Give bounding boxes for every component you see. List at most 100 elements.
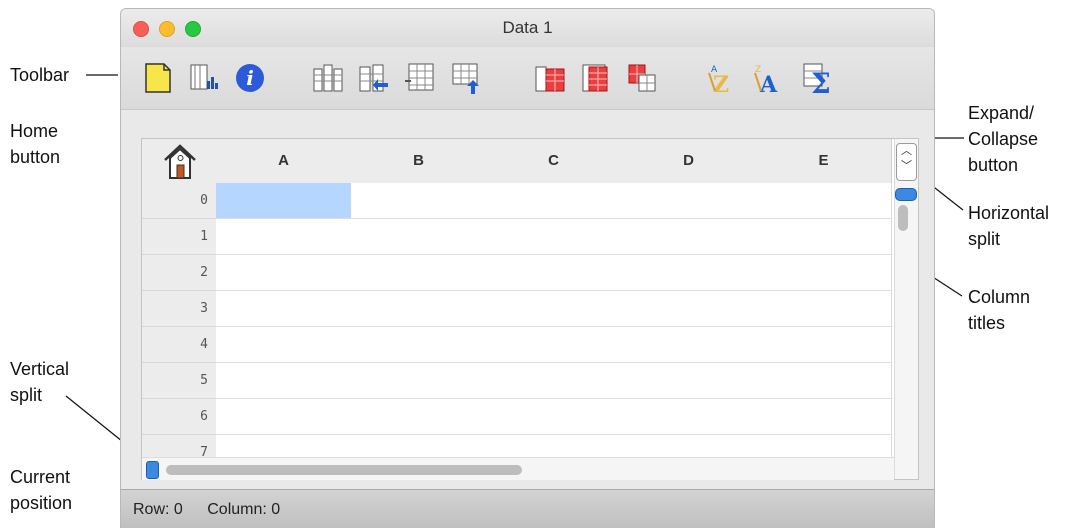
home-callout-line1: Home (10, 121, 59, 141)
sort-descending-icon[interactable]: ZA (751, 61, 785, 95)
table-cell[interactable] (756, 363, 892, 399)
window-title: Data 1 (502, 18, 553, 37)
chevron-up-icon: ︿ (901, 145, 912, 157)
info-icon[interactable]: i (233, 61, 267, 95)
row-header[interactable]: 6 (142, 399, 217, 435)
table-cell[interactable] (351, 255, 487, 291)
svg-text:Z: Z (713, 72, 729, 95)
table-cell[interactable] (621, 291, 757, 327)
table-cell[interactable] (621, 327, 757, 363)
table-cell[interactable] (216, 291, 352, 327)
row-header[interactable]: 4 (142, 327, 217, 363)
table-cell[interactable] (351, 363, 487, 399)
row-header[interactable]: 5 (142, 363, 217, 399)
toolbar-callout: Toolbar (10, 62, 69, 88)
insert-column-left-icon[interactable] (357, 61, 391, 95)
table-cell[interactable] (216, 255, 352, 291)
vertical-split-handle[interactable] (146, 461, 159, 479)
table-cell[interactable] (486, 399, 622, 435)
svg-text:i: i (246, 66, 254, 90)
table-cell[interactable] (351, 291, 487, 327)
table-cell[interactable] (756, 291, 892, 327)
sort-ascending-icon[interactable]: AZ (705, 61, 739, 95)
table-cell[interactable] (351, 219, 487, 255)
table-cell[interactable] (756, 219, 892, 255)
delete-cells-icon[interactable] (625, 61, 659, 95)
delete-column-icon[interactable] (533, 61, 567, 95)
table-cell[interactable] (216, 219, 352, 255)
coltitles-callout-line2: titles (968, 313, 1006, 333)
column-header[interactable]: E (756, 139, 892, 183)
expand-collapse-callout: Expand/ Collapse button (968, 100, 1038, 178)
current-position-callout: Current position (10, 464, 72, 516)
table-cell[interactable] (621, 363, 757, 399)
curpos-callout-line1: Current (10, 467, 71, 487)
spreadsheet-grid: ABCDE 01234567 ︿ ﹀ (141, 138, 919, 480)
expand-collapse-button[interactable]: ︿ ﹀ (896, 143, 917, 181)
table-cell[interactable] (216, 399, 352, 435)
toolbar: i AZ Z A Σ (121, 47, 934, 110)
vertical-scroll-thumb[interactable] (898, 205, 908, 231)
current-column: Column: 0 (207, 501, 281, 518)
data-window: Data 1 i A Z Z A Σ A B C D E 0 1 2 3 4 5… (120, 8, 935, 528)
chart-icon[interactable] (187, 61, 221, 95)
row-header[interactable]: 2 (142, 255, 217, 291)
table-cell[interactable] (486, 363, 622, 399)
coltitles-callout-line1: Column (968, 287, 1031, 307)
expand-callout-line3: button (968, 155, 1019, 175)
delete-row-icon[interactable] (579, 61, 613, 95)
expand-callout-line2: Collapse (968, 129, 1039, 149)
home-button-callout: Home button (10, 118, 60, 170)
column-header[interactable]: D (621, 139, 757, 183)
table-cell[interactable] (216, 327, 352, 363)
table-cell[interactable] (216, 363, 352, 399)
home-button[interactable] (142, 139, 217, 183)
toolbar-callout-text: Toolbar (10, 65, 70, 85)
column-header[interactable]: C (486, 139, 622, 183)
table-cell[interactable] (486, 183, 622, 219)
hsplit-callout-line1: Horizontal (968, 203, 1050, 223)
table-cell[interactable] (486, 219, 622, 255)
chevron-down-icon: ﹀ (901, 160, 912, 172)
table-cell[interactable] (216, 183, 352, 219)
table-cell[interactable] (756, 327, 892, 363)
table-cell[interactable] (351, 183, 487, 219)
row-header[interactable]: 0 (142, 183, 217, 219)
hsplit-callout-line2: split (968, 229, 1001, 249)
table-cell[interactable] (621, 219, 757, 255)
status-bar: Row: 0 Column: 0 (121, 489, 934, 528)
row-header[interactable]: 1 (142, 219, 217, 255)
insert-row-icon[interactable] (403, 61, 437, 95)
table-cell[interactable] (756, 183, 892, 219)
vertical-split-callout: Vertical split (10, 356, 69, 408)
current-row: Row: 0 (133, 501, 183, 518)
curpos-callout-line2: position (10, 493, 73, 513)
insert-row-above-icon[interactable] (449, 61, 483, 95)
column-titles-callout: Column titles (968, 284, 1030, 336)
table-cell[interactable] (756, 399, 892, 435)
row-header[interactable]: 3 (142, 291, 217, 327)
table-cell[interactable] (486, 255, 622, 291)
vsplit-callout-line1: Vertical (10, 359, 70, 379)
table-cell[interactable] (621, 183, 757, 219)
horizontal-split-callout: Horizontal split (968, 200, 1049, 252)
table-cell[interactable] (351, 327, 487, 363)
sum-icon[interactable]: Σ (801, 61, 835, 95)
table-cell[interactable] (486, 327, 622, 363)
column-header[interactable]: A (216, 139, 352, 183)
table-cell[interactable] (756, 255, 892, 291)
table-cell[interactable] (621, 255, 757, 291)
svg-text:A: A (759, 72, 778, 95)
column-header[interactable]: B (351, 139, 487, 183)
vsplit-callout-line2: split (10, 385, 43, 405)
svg-text:Σ: Σ (811, 67, 831, 95)
table-cell[interactable] (351, 399, 487, 435)
table-cell[interactable] (621, 399, 757, 435)
home-icon (164, 144, 196, 179)
horizontal-split-handle[interactable] (895, 188, 917, 201)
new-document-icon[interactable] (141, 61, 175, 95)
title-bar[interactable]: Data 1 (121, 9, 934, 47)
insert-column-icon[interactable] (311, 61, 345, 95)
table-cell[interactable] (486, 291, 622, 327)
horizontal-scroll-thumb[interactable] (166, 465, 522, 475)
